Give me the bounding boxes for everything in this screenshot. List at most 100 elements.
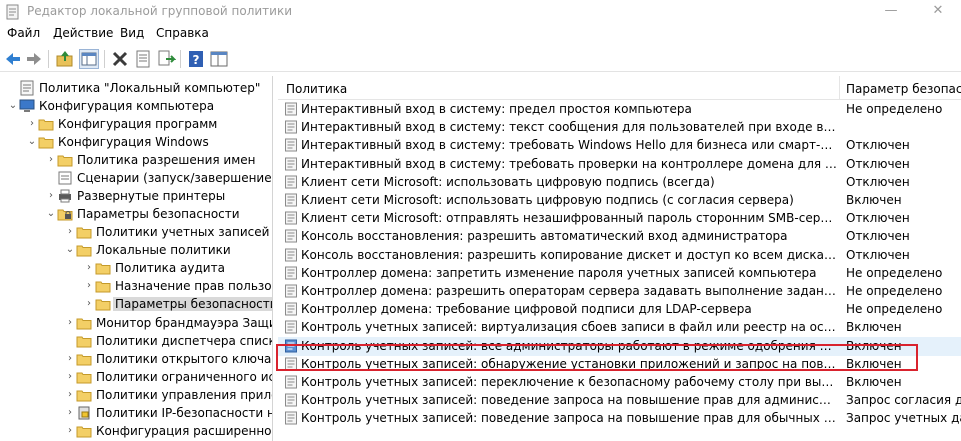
folder-icon bbox=[76, 315, 92, 331]
tree-item[interactable]: › Назначение прав пользовател bbox=[0, 277, 272, 295]
up-folder-icon[interactable] bbox=[55, 49, 75, 69]
tree-item[interactable]: Сценарии (запуск/завершение) bbox=[0, 169, 273, 187]
tree-item[interactable]: › Политики IP-безопасности на " bbox=[0, 404, 272, 422]
tree-item-label: Политика "Локальный компьютер" bbox=[39, 81, 261, 95]
policy-row[interactable]: Интерактивный вход в систему: текст сооб… bbox=[278, 118, 961, 137]
printer-icon bbox=[57, 188, 73, 204]
minimize-button[interactable]: — bbox=[868, 0, 914, 24]
tree-item[interactable]: › Развернутые принтеры bbox=[0, 187, 272, 205]
policy-name: Клиент сети Microsoft: отправлять незаши… bbox=[301, 211, 837, 226]
chevron-right-icon[interactable]: › bbox=[65, 389, 75, 401]
policy-row[interactable]: Клиент сети Microsoft: использовать цифр… bbox=[278, 173, 961, 192]
policy-row[interactable]: Контроль учетных записей: поведение запр… bbox=[278, 409, 961, 428]
policy-setting-icon bbox=[284, 266, 298, 280]
tree-item[interactable]: › Монитор брандмауэра Защитн bbox=[0, 314, 272, 332]
policy-row[interactable]: Консоль восстановления: разрешить копиро… bbox=[278, 246, 961, 265]
folder-icon bbox=[76, 423, 92, 439]
show-tree-icon[interactable] bbox=[79, 49, 99, 69]
tree-item-label: Параметры безопасности bbox=[113, 297, 272, 311]
tree-item[interactable]: ⌄ Параметры безопасности bbox=[0, 205, 272, 223]
policy-setting-icon bbox=[284, 411, 298, 425]
menu-file[interactable]: Файл bbox=[7, 26, 40, 40]
policy-name: Контроль учетных записей: переключение к… bbox=[301, 375, 837, 389]
chevron-right-icon[interactable]: › bbox=[84, 298, 94, 310]
chevron-right-icon[interactable]: › bbox=[84, 280, 94, 292]
close-button[interactable]: ✕ bbox=[915, 0, 961, 24]
policy-row[interactable]: Контроль учетных записей: переключение к… bbox=[278, 373, 961, 392]
scripts-icon bbox=[57, 170, 73, 186]
policy-row[interactable]: Контроль учетных записей: виртуализация … bbox=[278, 318, 961, 337]
tree-item[interactable]: ⌄ Конфигурация компьютера bbox=[0, 97, 272, 115]
export-list-icon[interactable] bbox=[156, 49, 176, 69]
policy-row[interactable]: Клиент сети Microsoft: отправлять незаши… bbox=[278, 209, 961, 228]
tree-item[interactable]: › Конфигурация расширенной п bbox=[0, 422, 272, 440]
tree-item[interactable]: › Политика разрешения имен bbox=[0, 151, 272, 169]
chevron-down-icon[interactable]: ⌄ bbox=[65, 244, 75, 256]
tree-item[interactable]: ⌄ Конфигурация Windows bbox=[0, 133, 272, 151]
tree-item[interactable]: › Политика аудита bbox=[0, 259, 272, 277]
menu-bar: Файл Действие Вид Справка bbox=[0, 24, 961, 44]
chevron-right-icon[interactable]: › bbox=[65, 353, 75, 365]
policy-setting-icon bbox=[284, 302, 298, 316]
tree-item-label: Локальные политики bbox=[96, 243, 231, 257]
highlight-annotation bbox=[276, 344, 918, 371]
policy-name: Контроллер домена: запретить изменение п… bbox=[301, 265, 817, 280]
column-header-policy[interactable]: Политика bbox=[286, 82, 347, 96]
chevron-right-icon[interactable]: › bbox=[65, 317, 75, 329]
chevron-right-icon[interactable]: › bbox=[46, 154, 56, 166]
help-icon[interactable]: ? bbox=[186, 49, 206, 69]
policy-row[interactable]: Консоль восстановления: разрешить автома… bbox=[278, 227, 961, 246]
policy-setting-icon bbox=[284, 211, 298, 225]
policy-setting-icon bbox=[284, 393, 298, 407]
chevron-right-icon[interactable]: › bbox=[65, 407, 75, 419]
chevron-down-icon[interactable]: ⌄ bbox=[27, 136, 37, 148]
policy-setting-value: Включен bbox=[846, 193, 902, 207]
policy-row[interactable]: Контроллер домена: запретить изменение п… bbox=[278, 264, 961, 283]
toolbar-separator bbox=[104, 50, 105, 68]
policy-row[interactable]: Контроллер домена: требование цифровой п… bbox=[278, 300, 961, 319]
policy-row[interactable]: Контроль учетных записей: поведение запр… bbox=[278, 391, 961, 410]
tree-item-label: Конфигурация Windows bbox=[58, 135, 209, 149]
policy-row[interactable]: Клиент сети Microsoft: использовать цифр… bbox=[278, 191, 961, 210]
menu-help[interactable]: Справка bbox=[156, 26, 209, 40]
policy-row[interactable]: Контроллер домена: разрешить операторам … bbox=[278, 282, 961, 301]
properties-icon[interactable] bbox=[133, 49, 153, 69]
back-icon[interactable] bbox=[3, 49, 23, 69]
policy-setting-value: Не определено bbox=[846, 284, 943, 298]
chevron-right-icon[interactable]: › bbox=[84, 262, 94, 274]
policy-row[interactable]: Интерактивный вход в систему: требовать … bbox=[278, 136, 961, 155]
chevron-down-icon[interactable]: ⌄ bbox=[46, 208, 56, 220]
tree-item-label: Сценарии (запуск/завершение) bbox=[77, 171, 273, 185]
policy-setting-value: Отключен bbox=[846, 247, 910, 262]
tree-item[interactable]: Политики диспетчера списка с bbox=[0, 332, 272, 350]
tree-item-label: Политики управления приложе bbox=[96, 388, 272, 402]
tree-item[interactable]: › Политики учетных записей bbox=[0, 223, 272, 241]
column-header-setting[interactable]: Параметр безопасно bbox=[846, 82, 961, 96]
policy-name: Контроль учетных записей: поведение запр… bbox=[301, 393, 837, 408]
delete-icon[interactable] bbox=[110, 49, 130, 69]
chevron-right-icon[interactable]: › bbox=[65, 371, 75, 383]
computer-icon bbox=[19, 98, 35, 114]
tree-item[interactable]: › Политики ограниченного испо bbox=[0, 368, 272, 386]
chevron-down-icon[interactable]: ⌄ bbox=[8, 100, 18, 112]
policy-setting-icon bbox=[284, 175, 298, 189]
forward-icon[interactable] bbox=[24, 49, 44, 69]
chevron-right-icon[interactable]: › bbox=[65, 425, 75, 437]
tree-item[interactable]: › Параметры безопасности bbox=[0, 295, 272, 313]
chevron-right-icon[interactable]: › bbox=[65, 226, 75, 238]
policy-row[interactable]: Интерактивный вход в систему: предел про… bbox=[278, 100, 961, 119]
tree-item[interactable]: ⌄ Локальные политики bbox=[0, 241, 272, 259]
chevron-right-icon[interactable]: › bbox=[27, 118, 37, 130]
list-header: Политика Параметр безопасно bbox=[278, 76, 961, 100]
extended-view-icon[interactable] bbox=[209, 49, 229, 69]
tree-item[interactable]: Политика "Локальный компьютер" bbox=[0, 79, 272, 97]
tree-item[interactable]: › Политики управления приложе bbox=[0, 386, 272, 404]
chevron-right-icon[interactable]: › bbox=[46, 190, 56, 202]
policy-row[interactable]: Интерактивный вход в систему: требовать … bbox=[278, 155, 961, 174]
menu-action[interactable]: Действие bbox=[53, 26, 113, 40]
policy-setting-value: Не определено bbox=[846, 102, 943, 116]
toolbar-separator bbox=[48, 50, 49, 68]
tree-item[interactable]: › Политики открытого ключа bbox=[0, 350, 272, 368]
tree-item[interactable]: › Конфигурация программ bbox=[0, 115, 272, 133]
menu-view[interactable]: Вид bbox=[120, 26, 144, 40]
